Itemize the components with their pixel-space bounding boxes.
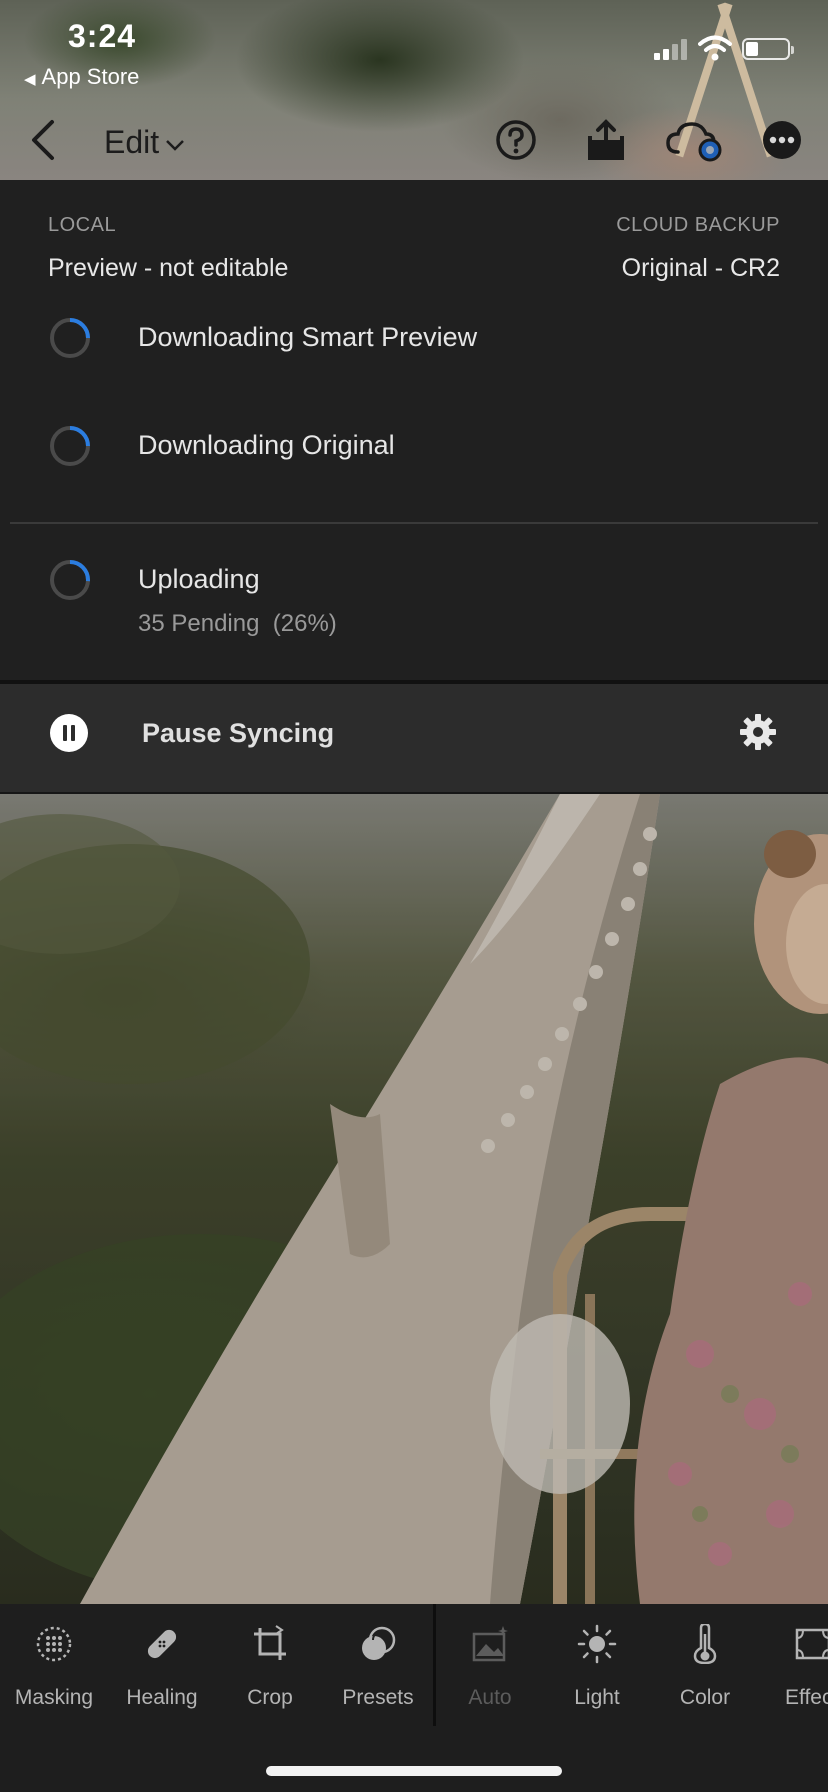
back-to-app-link[interactable]: ◀ App Store — [24, 64, 139, 90]
back-app-label: App Store — [41, 64, 140, 89]
crop-icon — [254, 1625, 286, 1660]
tool-masking[interactable]: Masking — [4, 1624, 104, 1714]
local-label: LOCAL — [48, 214, 117, 236]
tool-presets[interactable]: Presets — [328, 1624, 428, 1714]
tool-label: Crop — [247, 1686, 293, 1709]
status-time: 3:24 — [68, 18, 137, 54]
status-bar: 3:24 ◀ App Store — [0, 0, 828, 90]
task-subtitle: 35 Pending (26%) — [138, 610, 337, 637]
tool-auto: Auto — [440, 1624, 540, 1714]
cloud-backup-label: CLOUD BACKUP — [616, 214, 780, 236]
sync-status-panel: LOCAL Preview - not editable CLOUD BACKU… — [0, 180, 828, 680]
cloud-backup-value: Original - CR2 — [621, 254, 780, 282]
pause-syncing-button[interactable]: Pause Syncing — [142, 718, 334, 749]
photo-canvas[interactable] — [0, 794, 828, 1604]
tool-crop[interactable]: Crop — [220, 1624, 320, 1714]
divider — [10, 522, 818, 524]
tool-label: Healing — [126, 1686, 198, 1709]
toolbar-separator — [433, 1604, 436, 1726]
cellular-signal-icon — [654, 38, 690, 60]
masking-icon — [36, 1626, 72, 1662]
progress-spinner-icon — [50, 560, 90, 600]
photo-image — [0, 794, 828, 1604]
tool-healing[interactable]: Healing — [112, 1624, 212, 1714]
tool-label: Presets — [342, 1686, 414, 1709]
effects-icon — [795, 1628, 828, 1660]
nav-bar: Edit — [0, 110, 828, 172]
edit-toolbar: Masking Healing Crop Presets Auto Light … — [0, 1604, 828, 1728]
local-value: Preview - not editable — [48, 254, 289, 282]
cloud-sync-icon[interactable] — [666, 118, 726, 162]
tool-effects[interactable]: Effec — [763, 1624, 828, 1714]
wifi-icon — [698, 35, 732, 61]
tool-label: Auto — [468, 1686, 512, 1709]
task-download-smart-preview: Downloading Smart Preview — [0, 316, 828, 406]
progress-spinner-icon — [50, 318, 90, 358]
tool-label: Effec — [785, 1686, 828, 1709]
edit-label: Edit — [104, 124, 160, 160]
pause-syncing-bar: Pause Syncing — [0, 680, 828, 794]
battery-icon — [742, 38, 794, 60]
tool-color[interactable]: Color — [655, 1624, 755, 1714]
light-icon — [577, 1624, 617, 1664]
share-icon[interactable] — [584, 118, 628, 162]
auto-icon — [472, 1626, 508, 1662]
presets-icon — [362, 1626, 396, 1660]
edit-menu-button[interactable]: Edit — [104, 124, 185, 161]
back-chevron-icon[interactable] — [26, 118, 62, 162]
task-title: Downloading Original — [138, 430, 395, 460]
back-triangle-icon: ◀ — [24, 71, 36, 88]
tool-light[interactable]: Light — [547, 1624, 647, 1714]
progress-spinner-icon — [50, 426, 90, 466]
tool-label: Masking — [14, 1686, 94, 1709]
bottom-safe-area — [0, 1728, 828, 1792]
color-icon — [693, 1624, 717, 1664]
task-title: Uploading — [138, 564, 260, 594]
task-uploading: Uploading 35 Pending (26%) — [0, 558, 828, 658]
home-indicator[interactable] — [266, 1766, 562, 1776]
more-icon[interactable] — [760, 118, 804, 162]
help-icon[interactable] — [494, 118, 538, 162]
chevron-down-icon — [166, 139, 185, 151]
tool-label: Color — [679, 1686, 731, 1709]
healing-icon — [147, 1629, 177, 1659]
tool-label: Light — [574, 1686, 620, 1709]
gear-icon[interactable] — [738, 712, 778, 752]
task-title: Downloading Smart Preview — [138, 322, 478, 352]
task-download-original: Downloading Original — [0, 424, 828, 514]
pause-icon[interactable] — [50, 714, 88, 752]
